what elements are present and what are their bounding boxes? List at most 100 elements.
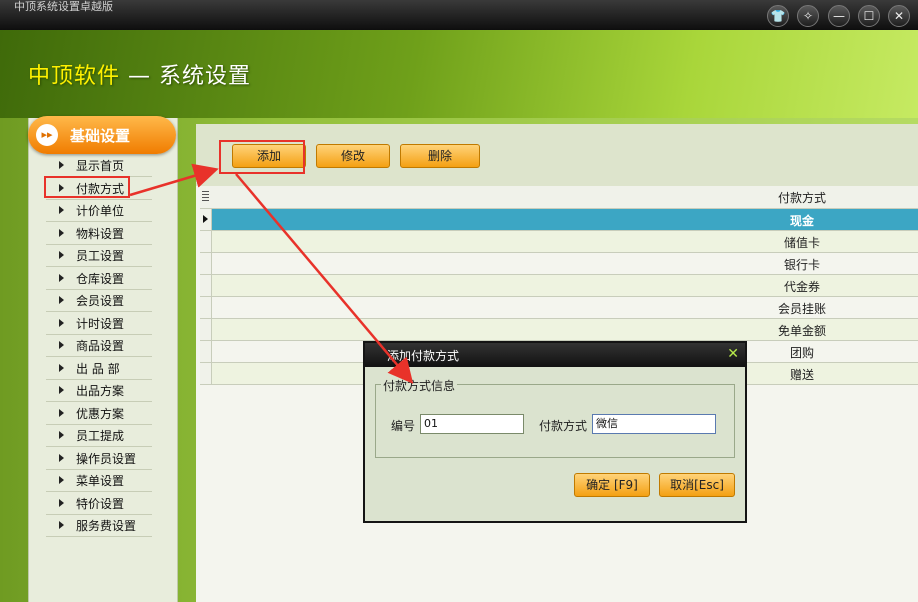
payment-method-cell: 储值卡	[783, 236, 820, 250]
caret-right-icon	[59, 161, 64, 169]
sidebar-item-label: 会员设置	[76, 294, 125, 308]
sidebar-item-label: 显示首页	[76, 159, 125, 173]
sidebar-item-label: 菜单设置	[76, 474, 125, 488]
sidebar-item[interactable]: 商品设置	[46, 335, 152, 357]
sidebar-item[interactable]: 菜单设置	[46, 470, 152, 492]
sidebar-item-label: 仓库设置	[76, 271, 125, 286]
table-row[interactable]: 免单金额	[200, 319, 918, 341]
payment-method-cell: 银行卡	[783, 258, 820, 272]
column-chooser-icon[interactable]	[202, 191, 209, 201]
payment-method-cell: 赠送	[789, 368, 814, 382]
sidebar-item-label: 物料设置	[76, 226, 125, 241]
caret-right-icon	[59, 476, 64, 484]
sidebar-item[interactable]: 会员设置	[46, 290, 152, 312]
dialog-titlebar: 添加付款方式 ✕	[365, 343, 745, 367]
table-row[interactable]: 银行卡	[200, 253, 918, 275]
table-row[interactable]: 代金券	[200, 275, 918, 297]
sidebar-item[interactable]: 计价单位	[46, 200, 152, 222]
sidebar-item[interactable]: 物料设置	[46, 223, 152, 245]
sidebar-item-label: 计价单位	[76, 204, 125, 218]
page-subtitle: 系统设置	[159, 64, 252, 89]
sidebar-item[interactable]: 优惠方案	[46, 403, 152, 425]
row-header[interactable]	[200, 231, 212, 252]
caret-right-icon	[59, 251, 64, 259]
sidebar-item[interactable]: 仓库设置	[46, 268, 152, 290]
window-titlebar: 中顶系统设置卓越版 👕 ✧ — ☐ ✕	[0, 0, 918, 30]
grid-header: 付款方式	[200, 186, 918, 209]
sidebar-item[interactable]: 特价设置	[46, 493, 152, 515]
sidebar-item[interactable]: 出品方案	[46, 380, 152, 402]
sidebar-item-label: 计时设置	[76, 316, 125, 331]
row-header[interactable]	[200, 209, 212, 230]
sidebar-item-label: 出品方案	[76, 384, 125, 398]
sidebar-item-label: 商品设置	[76, 339, 125, 353]
row-header[interactable]	[200, 275, 212, 296]
code-input[interactable]: 01	[420, 414, 524, 434]
caret-right-icon	[59, 386, 64, 394]
ok-button[interactable]: 确定 [F9]	[574, 473, 650, 497]
sidebar-item[interactable]: 操作员设置	[46, 448, 152, 470]
close-button[interactable]: ✕	[888, 5, 910, 27]
sidebar-item-label: 服务费设置	[76, 519, 137, 533]
delete-button[interactable]: 删除	[400, 144, 480, 168]
dialog-close-icon[interactable]: ✕	[727, 346, 739, 362]
sidebar-item[interactable]: 计时设置	[46, 313, 152, 335]
column-header-payment-method[interactable]: 付款方式	[740, 189, 864, 206]
sidebar-item[interactable]: 显示首页	[46, 155, 152, 177]
code-label: 编号	[391, 419, 416, 433]
payment-method-cell: 团购	[789, 346, 814, 360]
table-row[interactable]: 储值卡	[200, 231, 918, 253]
caret-right-icon	[59, 273, 64, 282]
sidebar-item-label: 员工提成	[76, 429, 125, 443]
payment-info-legend: 付款方式信息	[381, 377, 458, 394]
window-title: 中顶系统设置卓越版	[14, 0, 113, 13]
sidebar-item[interactable]: 服务费设置	[46, 515, 152, 537]
edit-button[interactable]: 修改	[316, 144, 390, 168]
row-header[interactable]	[200, 363, 212, 384]
row-header[interactable]	[200, 253, 212, 274]
annotation-box-sidebar	[44, 176, 130, 198]
sidebar-heading-label: 基础设置	[70, 127, 131, 145]
expand-icon: ▸▸	[36, 124, 58, 146]
sidebar-item[interactable]: 员工设置	[46, 245, 152, 267]
brand-name: 中顶软件	[28, 64, 121, 89]
caret-right-icon	[59, 521, 64, 529]
minimize-button[interactable]: —	[828, 5, 850, 27]
title-separator: —	[120, 64, 160, 89]
sidebar-item[interactable]: 员工提成	[46, 425, 152, 447]
caret-right-icon	[59, 498, 64, 507]
caret-right-icon	[59, 408, 64, 417]
sidebar-item-label: 优惠方案	[76, 406, 125, 421]
row-header[interactable]	[200, 341, 212, 362]
sidebar-item-label: 特价设置	[76, 496, 125, 511]
caret-right-icon	[59, 363, 64, 372]
sidebar-item-label: 出 品 部	[76, 361, 120, 376]
sidebar-item-label: 员工设置	[76, 249, 125, 263]
caret-right-icon	[59, 228, 64, 237]
caret-right-icon	[59, 341, 64, 349]
sidebar-item[interactable]: 出 品 部	[46, 358, 152, 380]
payment-method-cell: 代金券	[783, 280, 820, 294]
caret-right-icon	[59, 453, 64, 462]
sidebar-heading[interactable]: ▸▸ 基础设置	[28, 116, 176, 154]
payment-method-cell: 会员挂账	[777, 302, 826, 316]
app-header: 中顶软件 — 系统设置	[0, 30, 918, 118]
table-row[interactable]: 会员挂账	[200, 297, 918, 319]
add-payment-dialog: 添加付款方式 ✕ 付款方式信息 编号 01 付款方式 微信 确定 [F9] 取消…	[363, 341, 747, 523]
table-row[interactable]: 现金	[200, 209, 918, 231]
pin-icon[interactable]: ✧	[797, 5, 819, 27]
method-input[interactable]: 微信	[592, 414, 716, 434]
current-row-icon	[203, 215, 208, 223]
caret-right-icon	[59, 206, 64, 214]
payment-method-cell: 现金	[789, 214, 814, 228]
method-label: 付款方式	[539, 419, 588, 433]
row-header[interactable]	[200, 297, 212, 318]
row-header[interactable]	[200, 319, 212, 340]
cancel-button[interactable]: 取消[Esc]	[659, 473, 735, 497]
annotation-box-add	[219, 140, 305, 174]
app-title: 中顶软件 — 系统设置	[28, 58, 251, 90]
skin-icon[interactable]: 👕	[767, 5, 789, 27]
caret-right-icon	[59, 318, 64, 327]
maximize-button[interactable]: ☐	[858, 5, 880, 27]
caret-right-icon	[59, 431, 64, 439]
